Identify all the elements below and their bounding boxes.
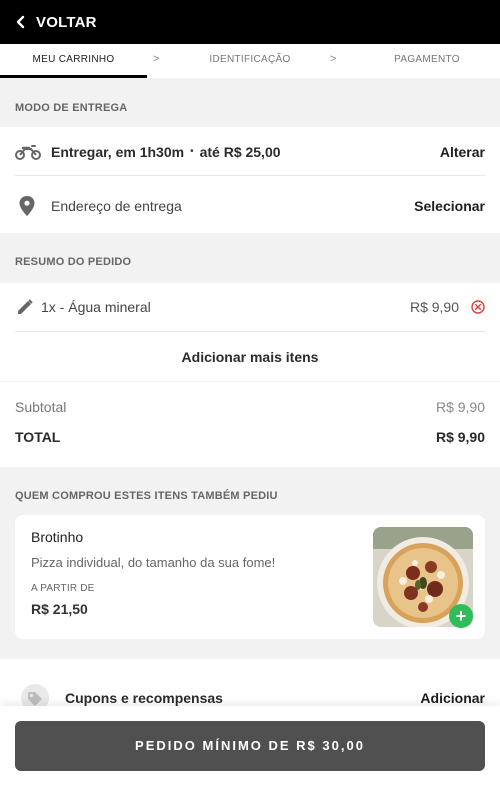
change-delivery-button[interactable]: Alterar (440, 144, 485, 160)
add-more-items-button[interactable]: Adicionar mais itens (0, 332, 500, 381)
subtotal-value: R$ 9,90 (435, 399, 485, 415)
order-item-price: R$ 9,90 (409, 298, 459, 315)
motorcycle-icon (15, 144, 41, 160)
order-item-row: 1x - Água mineral R$ 9,90 (0, 283, 500, 330)
checkout-button[interactable]: PEDIDO MÍNIMO DE R$ 30,00 (15, 721, 485, 771)
delivery-section-title: MODO DE ENTREGA (15, 102, 128, 114)
chevron-left-icon (16, 15, 25, 29)
delivery-fee-text: até R$ 25,00 (199, 143, 281, 160)
recommendation-description: Pizza individual, do tamanho da sua fome… (31, 555, 276, 570)
delivery-mode-row[interactable]: Entregar, em 1h30m • até R$ 25,00 Altera… (0, 127, 500, 176)
coupons-label: Cupons e recompensas (65, 690, 223, 706)
order-section-title: RESUMO DO PEDIDO (15, 256, 132, 268)
divider (15, 175, 485, 176)
step-separator: > (153, 53, 160, 65)
delivery-card: Entregar, em 1h30m • até R$ 25,00 Altera… (0, 127, 500, 233)
subtotal-row: Subtotal R$ 9,90 (0, 394, 500, 420)
back-label: VOLTAR (36, 13, 97, 31)
add-more-items-label: Adicionar mais itens (181, 348, 319, 365)
step-separator: > (330, 53, 337, 65)
recommendations-section-title: QUEM COMPROU ESTES ITENS TAMBÉM PEDIU (15, 490, 278, 502)
back-button[interactable]: VOLTAR (0, 0, 500, 44)
address-row[interactable]: Endereço de entrega Selecionar (0, 179, 500, 233)
order-item-label: 1x - Água mineral (41, 298, 151, 315)
address-placeholder: Endereço de entrega (51, 198, 182, 214)
total-row: TOTAL R$ 9,90 (0, 424, 500, 450)
order-card: 1x - Água mineral R$ 9,90 Adicionar mais… (0, 283, 500, 381)
add-coupon-button[interactable]: Adicionar (420, 690, 485, 706)
step-cart[interactable]: MEU CARRINHO (0, 44, 147, 78)
delivery-mode-text: Entregar, em 1h30m (51, 143, 185, 160)
recommendation-name: Brotinho (31, 529, 84, 545)
totals-card: Subtotal R$ 9,90 TOTAL R$ 9,90 (0, 382, 500, 467)
remove-item-icon[interactable] (471, 299, 485, 314)
step-identification[interactable]: IDENTIFICAÇÃO (180, 44, 320, 78)
recommendation-price: R$ 21,50 (31, 601, 88, 617)
select-address-button[interactable]: Selecionar (414, 198, 485, 214)
total-label: TOTAL (15, 429, 61, 445)
edit-pencil-icon[interactable] (17, 298, 33, 315)
recommendation-card[interactable]: Brotinho Pizza individual, do tamanho da… (15, 515, 485, 639)
location-pin-icon (19, 196, 35, 216)
step-payment[interactable]: PAGAMENTO (360, 44, 494, 78)
checkout-panel: PEDIDO MÍNIMO DE R$ 30,00 (0, 706, 500, 786)
recommendation-from-label: A PARTIR DE (31, 583, 95, 594)
delivery-separator: • (190, 146, 194, 157)
total-value: R$ 9,90 (435, 429, 485, 445)
checkout-steps: MEU CARRINHO > IDENTIFICAÇÃO > PAGAMENTO (0, 44, 500, 78)
add-recommendation-button[interactable]: + (449, 604, 473, 628)
subtotal-label: Subtotal (15, 399, 67, 415)
